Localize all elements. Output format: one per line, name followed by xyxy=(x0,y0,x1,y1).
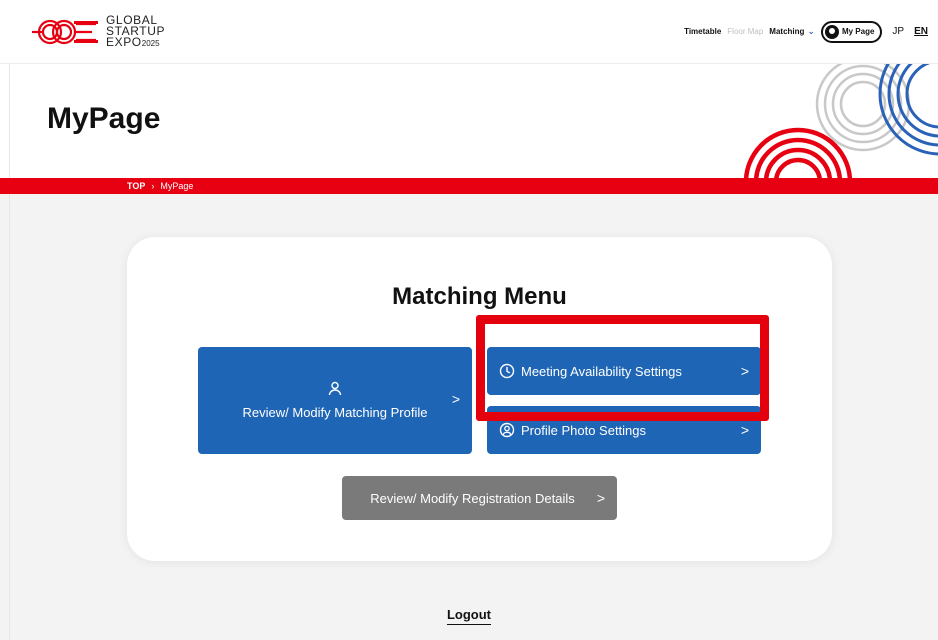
top-nav: Timetable Floor Map Matching ⌄ My Page J… xyxy=(684,20,928,43)
lang-jp[interactable]: JP xyxy=(892,26,904,37)
page-edge-rule xyxy=(9,0,10,640)
page-title: MyPage xyxy=(47,102,161,135)
site-header: GLOBAL STARTUP EXPO2025 Timetable Floor … xyxy=(0,0,938,64)
lang-en[interactable]: EN xyxy=(914,26,928,37)
decorative-rings-icon xyxy=(743,64,938,178)
chevron-down-icon: ⌄ xyxy=(807,26,815,36)
logo-wordmark: GLOBAL STARTUP EXPO2025 xyxy=(106,14,165,49)
chevron-right-icon: > xyxy=(596,490,605,506)
mypage-button[interactable]: My Page xyxy=(820,20,883,43)
logo-line-expo: EXPO2025 xyxy=(106,34,165,49)
logout-link[interactable]: Logout xyxy=(446,607,492,625)
logout-area: Logout xyxy=(0,607,938,625)
breadcrumb-top[interactable]: TOP xyxy=(127,181,145,191)
user-circle-icon xyxy=(499,422,515,438)
clock-icon xyxy=(499,363,515,379)
breadcrumb-current: MyPage xyxy=(160,181,194,191)
review-registration-details-button[interactable]: Review/ Modify Registration Details > xyxy=(342,476,617,520)
logo-year: 2025 xyxy=(141,38,160,48)
expo-logo-mark-icon xyxy=(32,19,98,44)
matching-menu-title: Matching Menu xyxy=(392,283,567,310)
review-matching-profile-button[interactable]: Review/ Modify Matching Profile > xyxy=(198,347,472,454)
nav-matching-label: Matching xyxy=(769,27,805,36)
mypage-label: My Page xyxy=(841,27,875,36)
review-registration-details-label: Review/ Modify Registration Details xyxy=(370,490,575,506)
meeting-availability-settings-button[interactable]: Meeting Availability Settings > xyxy=(487,347,761,395)
chevron-right-icon: > xyxy=(451,391,460,407)
matching-menu-card: Matching Menu Review/ Modify Matching Pr… xyxy=(127,237,832,561)
expo-logo[interactable]: GLOBAL STARTUP EXPO2025 xyxy=(28,14,165,49)
profile-photo-settings-label: Profile Photo Settings xyxy=(521,422,647,438)
nav-matching[interactable]: Matching ⌄ xyxy=(769,26,815,37)
nav-floor-map[interactable]: Floor Map xyxy=(727,27,763,36)
profile-photo-settings-button[interactable]: Profile Photo Settings > xyxy=(487,406,761,454)
chevron-right-icon: > xyxy=(740,363,749,379)
breadcrumb: TOP › MyPage xyxy=(0,178,938,194)
logo-expo-text: EXPO xyxy=(106,34,142,49)
user-avatar-icon xyxy=(824,24,839,39)
review-matching-profile-label: Review/ Modify Matching Profile xyxy=(242,405,428,420)
chevron-right-icon: > xyxy=(740,422,749,438)
nav-timetable[interactable]: Timetable xyxy=(684,27,721,36)
breadcrumb-separator: › xyxy=(151,181,155,191)
page-hero: MyPage xyxy=(0,64,938,178)
person-icon xyxy=(328,381,342,396)
meeting-availability-settings-label: Meeting Availability Settings xyxy=(521,363,682,379)
